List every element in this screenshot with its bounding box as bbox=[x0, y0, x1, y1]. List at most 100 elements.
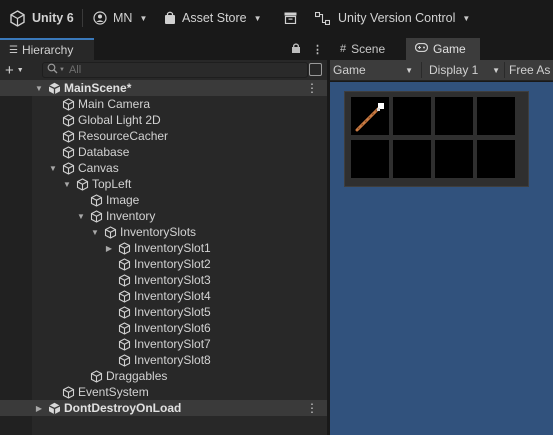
hierarchy-row[interactable]: ▶InventorySlot5 bbox=[0, 304, 327, 320]
account-dropdown[interactable]: MN ▼ bbox=[93, 0, 147, 36]
expand-arrow-closed-icon[interactable]: ▶ bbox=[103, 244, 115, 253]
expand-arrow-open-icon[interactable]: ▼ bbox=[61, 180, 73, 189]
kebab-menu-icon[interactable]: ⋮ bbox=[306, 401, 318, 415]
tab-scene[interactable]: # Scene bbox=[330, 38, 402, 60]
expand-arrow-open-icon[interactable]: ▼ bbox=[33, 84, 45, 93]
kebab-menu-icon[interactable]: ⋮ bbox=[306, 81, 318, 95]
hierarchy-row-label: Global Light 2D bbox=[78, 113, 161, 127]
gameobject-cube-icon bbox=[117, 257, 131, 271]
inventory-slot[interactable] bbox=[393, 140, 431, 178]
inventory-slot[interactable] bbox=[351, 140, 389, 178]
hierarchy-row-label: ResourceCacher bbox=[78, 129, 169, 143]
hierarchy-row[interactable]: ▶InventorySlot8 bbox=[0, 352, 327, 368]
hierarchy-row-label: DontDestroyOnLoad bbox=[64, 401, 182, 415]
hierarchy-scene-row[interactable]: ▶ DontDestroyOnLoad ⋮ bbox=[0, 400, 327, 416]
hierarchy-row[interactable]: ▶Database bbox=[0, 144, 327, 160]
wand-icon[interactable] bbox=[351, 97, 389, 135]
gameobject-cube-icon bbox=[61, 113, 75, 127]
gamepad-icon bbox=[414, 42, 429, 55]
lock-button[interactable] bbox=[291, 38, 301, 60]
hierarchy-row-label: InventorySlot1 bbox=[134, 241, 211, 255]
game-tab-bar: # Scene Game bbox=[330, 38, 553, 60]
hierarchy-row[interactable]: ▶Main Camera bbox=[0, 96, 327, 112]
hierarchy-row[interactable]: ▶InventorySlot7 bbox=[0, 336, 327, 352]
account-label: MN bbox=[113, 11, 133, 25]
branch-icon bbox=[315, 11, 330, 25]
version-control-label: Unity Version Control bbox=[338, 11, 456, 25]
unity-menu-button[interactable]: Unity 6 bbox=[9, 0, 74, 36]
main-toolbar: Unity 6 MN ▼ Asset Store ▼ Unity Version… bbox=[0, 0, 553, 36]
hierarchy-row[interactable]: ▶ InventorySlot1 bbox=[0, 240, 327, 256]
game-view-dropdown[interactable]: Game ▼ bbox=[333, 60, 417, 80]
expand-arrow-closed-icon[interactable]: ▶ bbox=[33, 404, 45, 413]
hierarchy-row[interactable]: ▼ Inventory bbox=[0, 208, 327, 224]
gameobject-cube-icon bbox=[61, 97, 75, 111]
game-viewport[interactable] bbox=[330, 82, 553, 435]
account-icon bbox=[93, 11, 107, 25]
hierarchy-row-label: InventorySlot7 bbox=[134, 337, 211, 351]
hierarchy-row-label: Draggables bbox=[106, 369, 168, 383]
hierarchy-row-label: InventorySlots bbox=[120, 225, 197, 239]
gameobject-cube-icon bbox=[89, 193, 103, 207]
hierarchy-row[interactable]: ▼ Canvas bbox=[0, 160, 327, 176]
hierarchy-row-label: InventorySlot5 bbox=[134, 305, 211, 319]
tab-scene-label: Scene bbox=[351, 42, 386, 56]
hierarchy-row-label: Canvas bbox=[78, 161, 119, 175]
inventory-slot[interactable] bbox=[477, 140, 515, 178]
hierarchy-row-label: InventorySlot4 bbox=[134, 289, 211, 303]
hierarchy-row-label: InventorySlot3 bbox=[134, 273, 211, 287]
expand-arrow-open-icon[interactable]: ▼ bbox=[47, 164, 59, 173]
hierarchy-row[interactable]: ▶InventorySlot3 bbox=[0, 272, 327, 288]
tab-game[interactable]: Game bbox=[406, 38, 480, 60]
shopping-bag-icon bbox=[164, 11, 176, 25]
inventory-slot[interactable] bbox=[477, 97, 515, 135]
inventory-slot[interactable] bbox=[393, 97, 431, 135]
control-divider bbox=[504, 62, 505, 78]
inventory-slot[interactable] bbox=[351, 97, 389, 135]
unity-logo-icon bbox=[9, 9, 26, 27]
tab-game-label: Game bbox=[433, 42, 466, 56]
chevron-down-icon: ▼ bbox=[492, 65, 500, 75]
hierarchy-row[interactable]: ▶EventSystem bbox=[0, 384, 327, 400]
gameobject-cube-icon bbox=[89, 369, 103, 383]
hierarchy-row-label: EventSystem bbox=[78, 385, 149, 399]
list-icon: ☰ bbox=[9, 44, 18, 56]
hierarchy-scene-row[interactable]: ▼ MainScene* ⋮ bbox=[0, 80, 327, 96]
create-object-button[interactable]: + ▼ bbox=[5, 61, 24, 79]
hierarchy-search-input[interactable] bbox=[68, 64, 299, 76]
gameobject-cube-icon bbox=[103, 225, 117, 239]
hierarchy-row[interactable]: ▶InventorySlot2 bbox=[0, 256, 327, 272]
hierarchy-row-label: MainScene* bbox=[64, 81, 132, 95]
hierarchy-row[interactable]: ▶Global Light 2D bbox=[0, 112, 327, 128]
gameobject-cube-icon bbox=[61, 161, 75, 175]
expand-arrow-open-icon[interactable]: ▼ bbox=[89, 228, 101, 237]
hierarchy-menu-button[interactable]: ⋮ bbox=[312, 38, 323, 60]
archive-icon bbox=[284, 12, 297, 24]
tab-hierarchy[interactable]: ☰ Hierarchy bbox=[0, 38, 94, 60]
expand-arrow-open-icon[interactable]: ▼ bbox=[75, 212, 87, 221]
hierarchy-row[interactable]: ▶ResourceCacher bbox=[0, 128, 327, 144]
inventory-slot[interactable] bbox=[435, 140, 473, 178]
version-control-dropdown[interactable]: Unity Version Control ▼ bbox=[315, 0, 470, 36]
hierarchy-search-box[interactable]: ▼ bbox=[42, 62, 308, 78]
hierarchy-search-row: + ▼ ▼ bbox=[0, 60, 327, 80]
display-dropdown[interactable]: Display 1 ▼ bbox=[429, 60, 504, 80]
aspect-dropdown[interactable]: Free As bbox=[509, 60, 553, 80]
hierarchy-row-label: Database bbox=[78, 145, 130, 159]
gameobject-cube-icon bbox=[75, 177, 89, 191]
chevron-down-icon: ▼ bbox=[16, 66, 24, 74]
hierarchy-row[interactable]: ▶InventorySlot4 bbox=[0, 288, 327, 304]
archive-button[interactable] bbox=[284, 0, 303, 36]
hierarchy-row[interactable]: ▶Image bbox=[0, 192, 327, 208]
hierarchy-row[interactable]: ▶Draggables bbox=[0, 368, 327, 384]
hierarchy-panel: +▼ ▼ ▼MainScene*⋮▶Main Camera▶Global Lig… bbox=[0, 60, 327, 435]
gameobject-cube-icon bbox=[61, 145, 75, 159]
hierarchy-row[interactable]: ▼ InventorySlots bbox=[0, 224, 327, 240]
hierarchy-row-label: InventorySlot8 bbox=[134, 353, 211, 367]
asset-store-dropdown[interactable]: Asset Store ▼ bbox=[164, 0, 262, 36]
hierarchy-row[interactable]: ▶InventorySlot6 bbox=[0, 320, 327, 336]
scene-visibility-filter-button[interactable] bbox=[309, 63, 322, 76]
toolbar-divider bbox=[82, 9, 83, 27]
inventory-slot[interactable] bbox=[435, 97, 473, 135]
hierarchy-row[interactable]: ▼ TopLeft bbox=[0, 176, 327, 192]
